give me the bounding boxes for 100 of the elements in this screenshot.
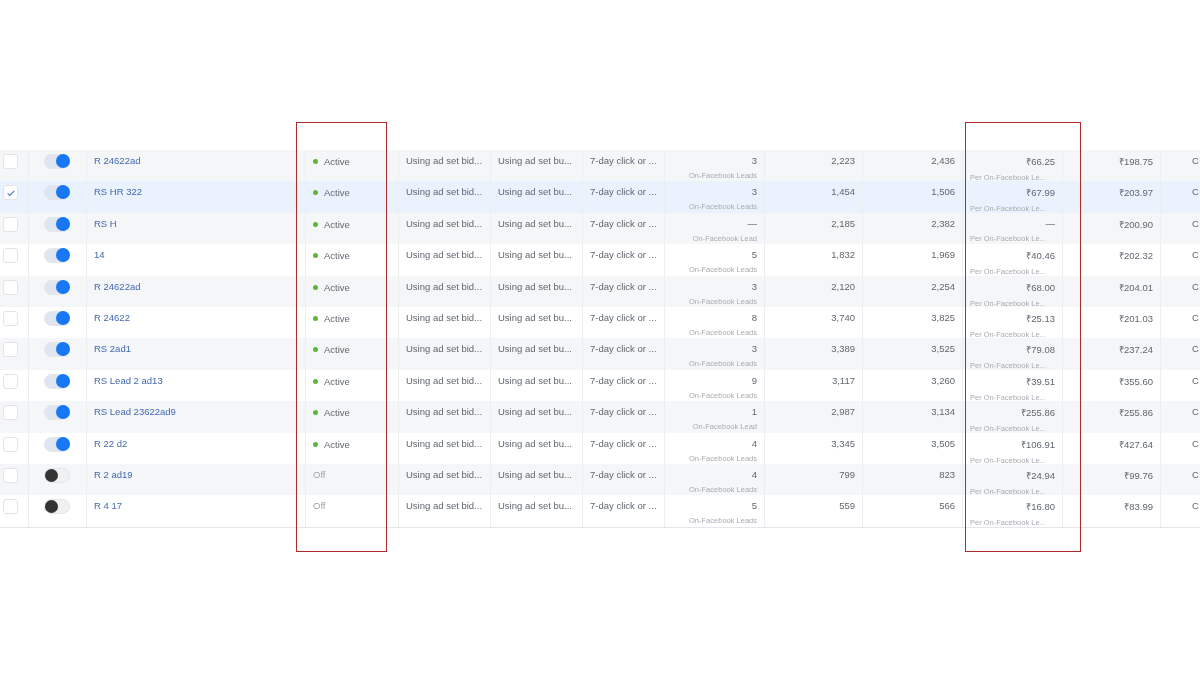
results-value: 3 (751, 186, 757, 198)
impressions-value: 3,134 (931, 406, 955, 418)
column-text: C (1192, 217, 1199, 229)
status-text: Off (313, 468, 326, 480)
toggle-switch[interactable] (44, 499, 70, 515)
toggle-switch[interactable] (44, 248, 70, 264)
row-checkbox[interactable] (3, 154, 18, 169)
cost-value: ₹40.46 (1026, 249, 1055, 263)
reach-value: 2,987 (831, 406, 855, 418)
amount-spent-value: ₹200.90 (1118, 217, 1153, 231)
results-value: 8 (751, 311, 757, 323)
budget-text: Using ad set bu... (498, 437, 572, 449)
ad-name-link[interactable]: RS H (94, 217, 117, 229)
amount-spent-value: ₹198.75 (1118, 155, 1153, 168)
budget-text: Using ad set bu... (498, 374, 572, 386)
row-checkbox[interactable] (3, 342, 18, 358)
impressions-value: 2,254 (931, 280, 955, 292)
ad-name-link[interactable]: R 22 d2 (94, 437, 128, 449)
bid-strategy-text: Using ad set bid... (406, 500, 483, 512)
toggle-switch[interactable] (44, 405, 70, 421)
amount-spent-value: ₹255.86 (1118, 406, 1153, 420)
ad-name-link[interactable]: RS Lead 2 ad13 (94, 374, 163, 386)
column-text: C (1192, 500, 1199, 512)
reach-value: 2,120 (831, 280, 855, 292)
results-value: 5 (751, 500, 757, 512)
budget-text: Using ad set bu... (498, 468, 572, 480)
column-text: C (1192, 374, 1199, 386)
amount-spent-value: ₹355.60 (1118, 374, 1153, 388)
bid-strategy-text: Using ad set bid... (406, 437, 483, 449)
toggle-switch[interactable] (44, 342, 70, 358)
ad-name-link[interactable]: R 24622ad (94, 280, 141, 292)
ad-name-link[interactable]: R 2 ad19 (94, 468, 133, 480)
results-value: 9 (751, 374, 757, 386)
impressions-value: 2,436 (931, 155, 955, 166)
impressions-value: 566 (939, 500, 955, 512)
toggle-switch[interactable] (44, 185, 70, 201)
status-text: Active (313, 375, 350, 387)
reach-value: 2,185 (831, 217, 855, 229)
toggle-switch[interactable] (44, 436, 70, 452)
status-text: Off (313, 500, 326, 512)
ad-name-link[interactable]: RS Lead 23622ad9 (94, 406, 176, 418)
cost-value: ₹39.51 (1026, 374, 1055, 388)
row-checkbox[interactable] (3, 248, 18, 264)
status-text: Active (313, 344, 350, 356)
status-text: Active (313, 218, 350, 230)
row-checkbox[interactable] (3, 499, 18, 515)
bid-strategy-text: Using ad set bid... (406, 249, 483, 261)
attribution-text: 7-day click or ... (590, 374, 657, 386)
ad-name-link[interactable]: R 24622ad (94, 155, 141, 166)
amount-spent-value: ₹427.64 (1118, 437, 1153, 451)
row-checkbox[interactable] (3, 436, 18, 452)
results-value: 3 (751, 280, 757, 292)
toggle-switch[interactable] (44, 310, 70, 326)
toggle-switch[interactable] (44, 216, 70, 232)
ad-name-link[interactable]: R 24622 (94, 311, 130, 323)
row-checkbox[interactable] (3, 405, 18, 421)
impressions-value: 1,506 (931, 186, 955, 198)
cost-value: ₹25.13 (1026, 311, 1055, 325)
results-value: 3 (751, 155, 757, 166)
amount-spent-value: ₹99.76 (1124, 468, 1153, 482)
row-checkbox[interactable] (3, 216, 18, 232)
cost-value: ₹67.99 (1026, 186, 1055, 200)
toggle-switch[interactable] (44, 373, 70, 389)
row-checkbox[interactable] (3, 279, 18, 295)
cost-value: ₹106.91 (1020, 437, 1055, 451)
results-value: — (747, 217, 757, 229)
column-text: C (1192, 280, 1199, 292)
reach-value: 3,117 (831, 374, 855, 386)
ad-name-link[interactable]: R 4 17 (94, 500, 122, 512)
cost-value: — (1045, 217, 1055, 229)
amount-spent-value: ₹204.01 (1118, 280, 1153, 294)
impressions-value: 3,260 (931, 374, 955, 386)
bid-strategy-text: Using ad set bid... (406, 468, 483, 480)
cost-value: ₹255.86 (1020, 406, 1055, 420)
status-text: Active (313, 281, 350, 293)
column-text: C (1192, 468, 1199, 480)
row-checkbox[interactable] (3, 373, 18, 389)
toggle-switch[interactable] (44, 279, 70, 295)
status-text: Active (313, 312, 350, 324)
attribution-text: 7-day click or ... (590, 155, 657, 166)
budget-text: Using ad set bu... (498, 155, 572, 166)
ad-name-link[interactable]: 14 (94, 249, 105, 261)
budget-text: Using ad set bu... (498, 280, 572, 292)
results-value: 1 (751, 406, 757, 418)
ad-name-link[interactable]: RS 2ad1 (94, 343, 131, 355)
row-checkbox[interactable] (3, 310, 18, 326)
row-checkbox[interactable] (3, 185, 18, 201)
impressions-value: 3,505 (931, 437, 955, 449)
row-checkbox[interactable] (3, 467, 18, 483)
impressions-value: 1,969 (931, 249, 955, 261)
attribution-text: 7-day click or ... (590, 311, 657, 323)
reach-value: 3,389 (831, 343, 855, 355)
attribution-text: 7-day click or ... (590, 500, 657, 512)
bid-strategy-text: Using ad set bid... (406, 280, 483, 292)
reach-value: 559 (839, 500, 855, 512)
toggle-switch[interactable] (44, 467, 70, 483)
budget-text: Using ad set bu... (498, 186, 572, 198)
toggle-switch[interactable] (44, 154, 70, 169)
ad-name-link[interactable]: RS HR 322 (94, 186, 143, 198)
results-value: 5 (751, 249, 757, 261)
